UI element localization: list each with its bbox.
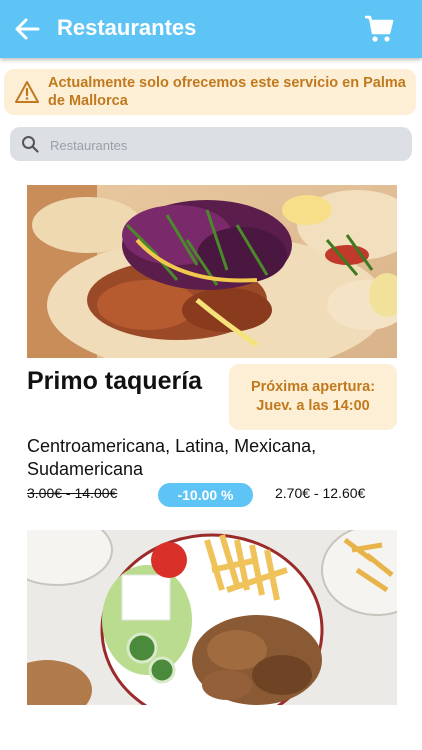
search-bar[interactable] — [10, 127, 412, 163]
discounted-price-range: 2.70€ - 12.60€ — [275, 485, 366, 501]
search-input[interactable] — [48, 127, 402, 163]
page-title: Restaurantes — [57, 15, 197, 40]
original-price-range: 3.00€ - 14.00€ — [27, 485, 118, 501]
restaurant-photo[interactable] — [27, 185, 397, 358]
service-notice: Actualmente solo ofrecemos este servicio… — [4, 69, 416, 115]
restaurant-name[interactable]: Primo taquería — [27, 367, 202, 396]
notice-text: Actualmente solo ofrecemos este servicio… — [48, 75, 406, 109]
cuisine-list: Centroamericana, Latina, Mexicana, Sudam… — [27, 436, 317, 479]
arrow-left-icon[interactable] — [14, 16, 40, 42]
opening-badge: Próxima apertura: Juev. a las 14:00 — [229, 364, 397, 430]
restaurant-photo[interactable] — [27, 530, 397, 705]
app-bar: Restaurantes — [0, 0, 422, 58]
warning-icon — [15, 81, 39, 103]
search-icon — [22, 136, 39, 153]
shopping-cart-icon[interactable] — [364, 14, 394, 44]
discount-badge: -10.00 % — [158, 483, 253, 507]
